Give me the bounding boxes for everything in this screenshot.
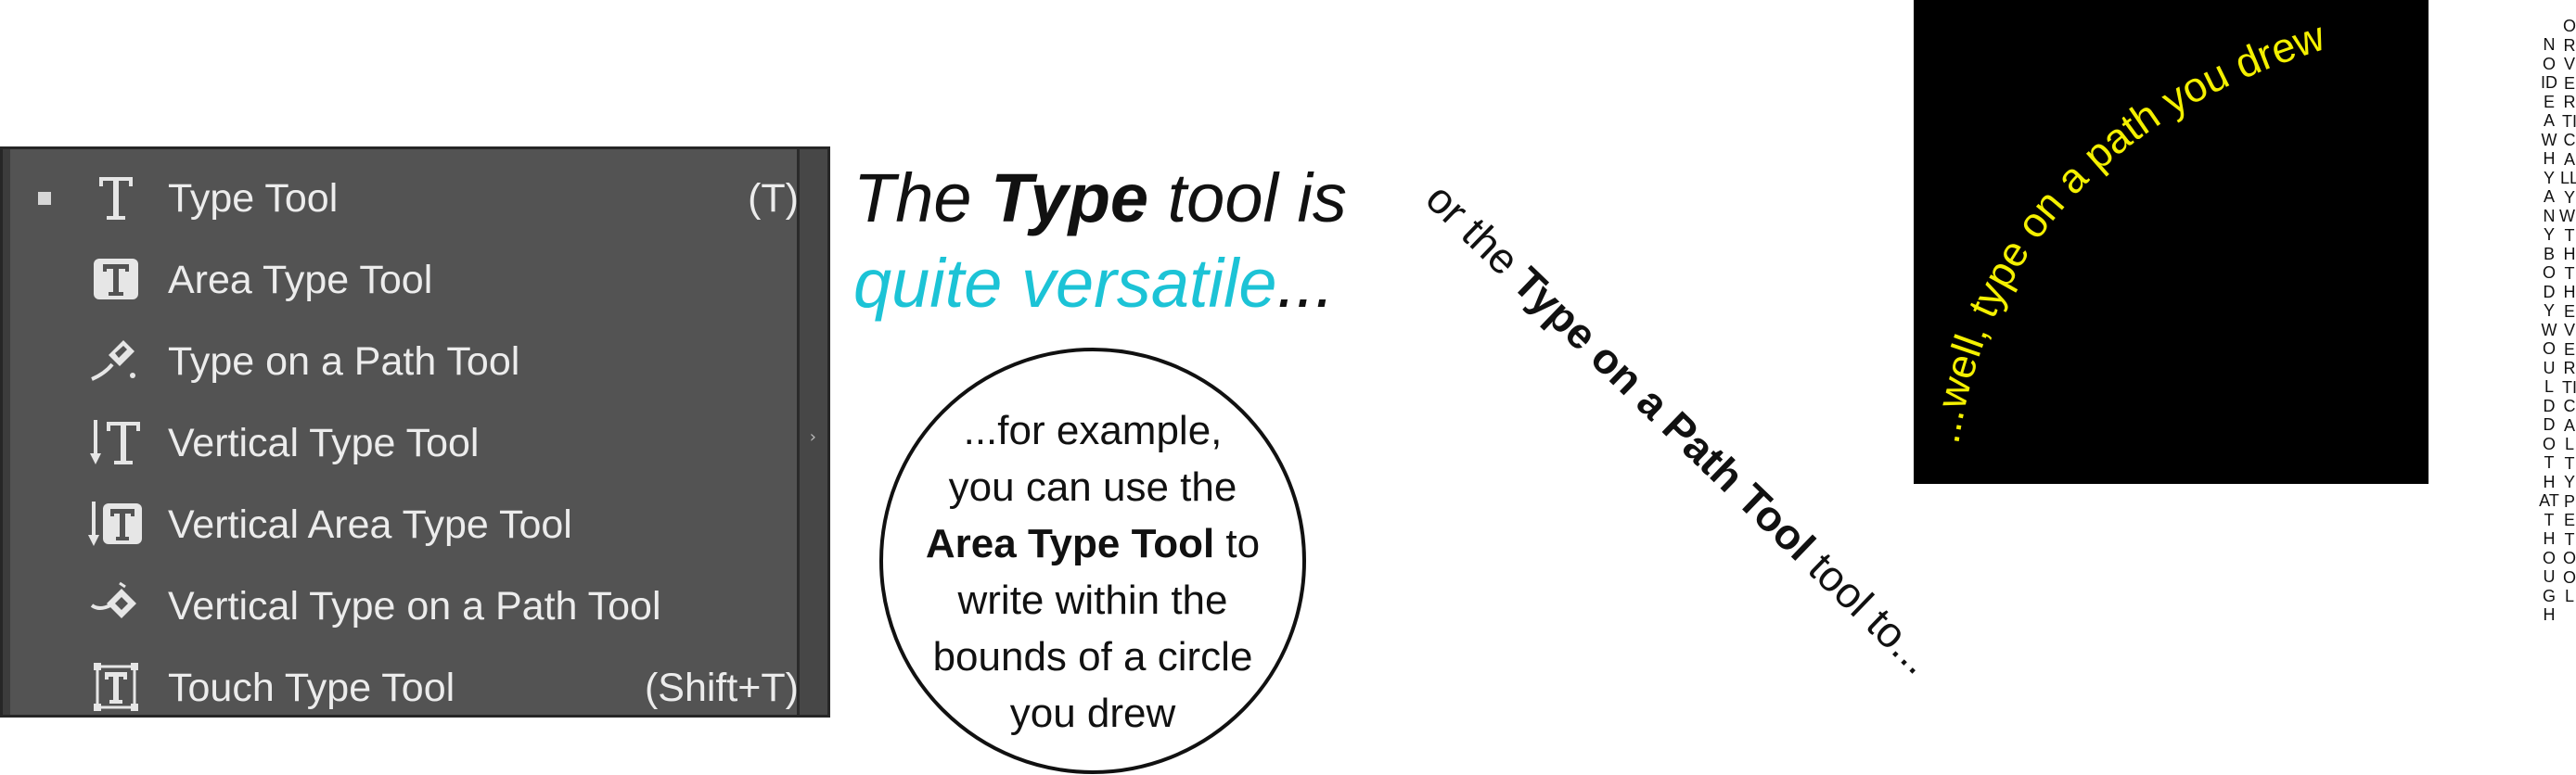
- menu-item-vertical-type-tool[interactable]: Vertical Type Tool: [10, 401, 799, 483]
- vertical-type-tool-icon: [90, 420, 140, 464]
- circle-text: ...for example, you can use the Area Typ…: [883, 402, 1302, 742]
- menu-item-label: Vertical Type Tool: [168, 421, 480, 465]
- selected-indicator-icon: [38, 192, 51, 205]
- menu-item-label: Type Tool: [168, 176, 339, 221]
- vertical-area-type-tool-icon: [88, 502, 142, 546]
- touch-type-tool-icon: [94, 663, 138, 711]
- circle-line: bounds of a circle: [932, 634, 1253, 680]
- menu-item-label: Area Type Tool: [168, 258, 433, 302]
- menu-item-label: Vertical Type on a Path Tool: [168, 584, 661, 629]
- circle-line: write within the: [957, 578, 1228, 623]
- curved-text-svg: ...well, type on a path you drew: [1920, 12, 2330, 447]
- menu-item-shortcut: (T): [748, 176, 799, 221]
- menu-item-shortcut: (Shift+T): [644, 666, 799, 710]
- menu-item-vertical-area-type-tool[interactable]: Vertical Area Type Tool: [10, 483, 799, 565]
- headline: The Type tool is quite versatile...: [853, 156, 1347, 326]
- curved-text-panel: ...well, type on a path you drew: [1914, 0, 2429, 484]
- submenu-arrow-icon: ›: [809, 427, 816, 447]
- circle-line: Area Type Tool to: [925, 521, 1261, 566]
- type-tools-flyout-menu: Type Tool (T) Area Type Tool Type on a P…: [0, 146, 830, 718]
- type-tool-icon: [99, 177, 133, 220]
- menu-item-type-tool[interactable]: Type Tool (T): [10, 157, 799, 238]
- menu-item-touch-type-tool[interactable]: Touch Type Tool (Shift+T): [10, 646, 799, 728]
- vertical-text-column-b: OR VERTICALLY WITH THE VERTICAL TYPE TOO…: [2559, 17, 2576, 605]
- headline-line-1: The Type tool is: [853, 159, 1347, 236]
- menu-item-area-type-tool[interactable]: Area Type Tool: [10, 238, 799, 320]
- menu-item-label: Vertical Area Type Tool: [168, 502, 572, 547]
- menu-item-type-on-path-tool[interactable]: Type on a Path Tool: [10, 320, 799, 401]
- menu-item-label: Touch Type Tool: [168, 666, 455, 710]
- menu-item-label: Type on a Path Tool: [168, 339, 520, 384]
- menu-left-edge: [3, 149, 10, 715]
- circle-line: you can use the: [948, 464, 1237, 510]
- type-on-path-tool-icon: [91, 340, 135, 381]
- menu-item-vertical-type-on-path-tool[interactable]: Vertical Type on a Path Tool: [10, 565, 799, 646]
- area-type-circle: ...for example, you can use the Area Typ…: [879, 348, 1306, 774]
- menu-scroll-edge[interactable]: ›: [797, 149, 827, 715]
- vertical-type-on-path-tool-icon: [90, 581, 136, 618]
- vertical-text-column-a: NO IDEA WHY ANYBODY WOULD DO THAT THOUGH: [2539, 35, 2559, 624]
- circle-line: ...for example,: [963, 408, 1223, 453]
- headline-line-2: quite versatile...: [853, 245, 1335, 322]
- curved-path-text: ...well, type on a path you drew: [1920, 12, 2330, 447]
- area-type-tool-icon: [94, 259, 138, 299]
- diagonal-path-text: or the Type on a Path Tool tool to...: [1416, 173, 1942, 683]
- circle-line: you drew: [1009, 691, 1176, 736]
